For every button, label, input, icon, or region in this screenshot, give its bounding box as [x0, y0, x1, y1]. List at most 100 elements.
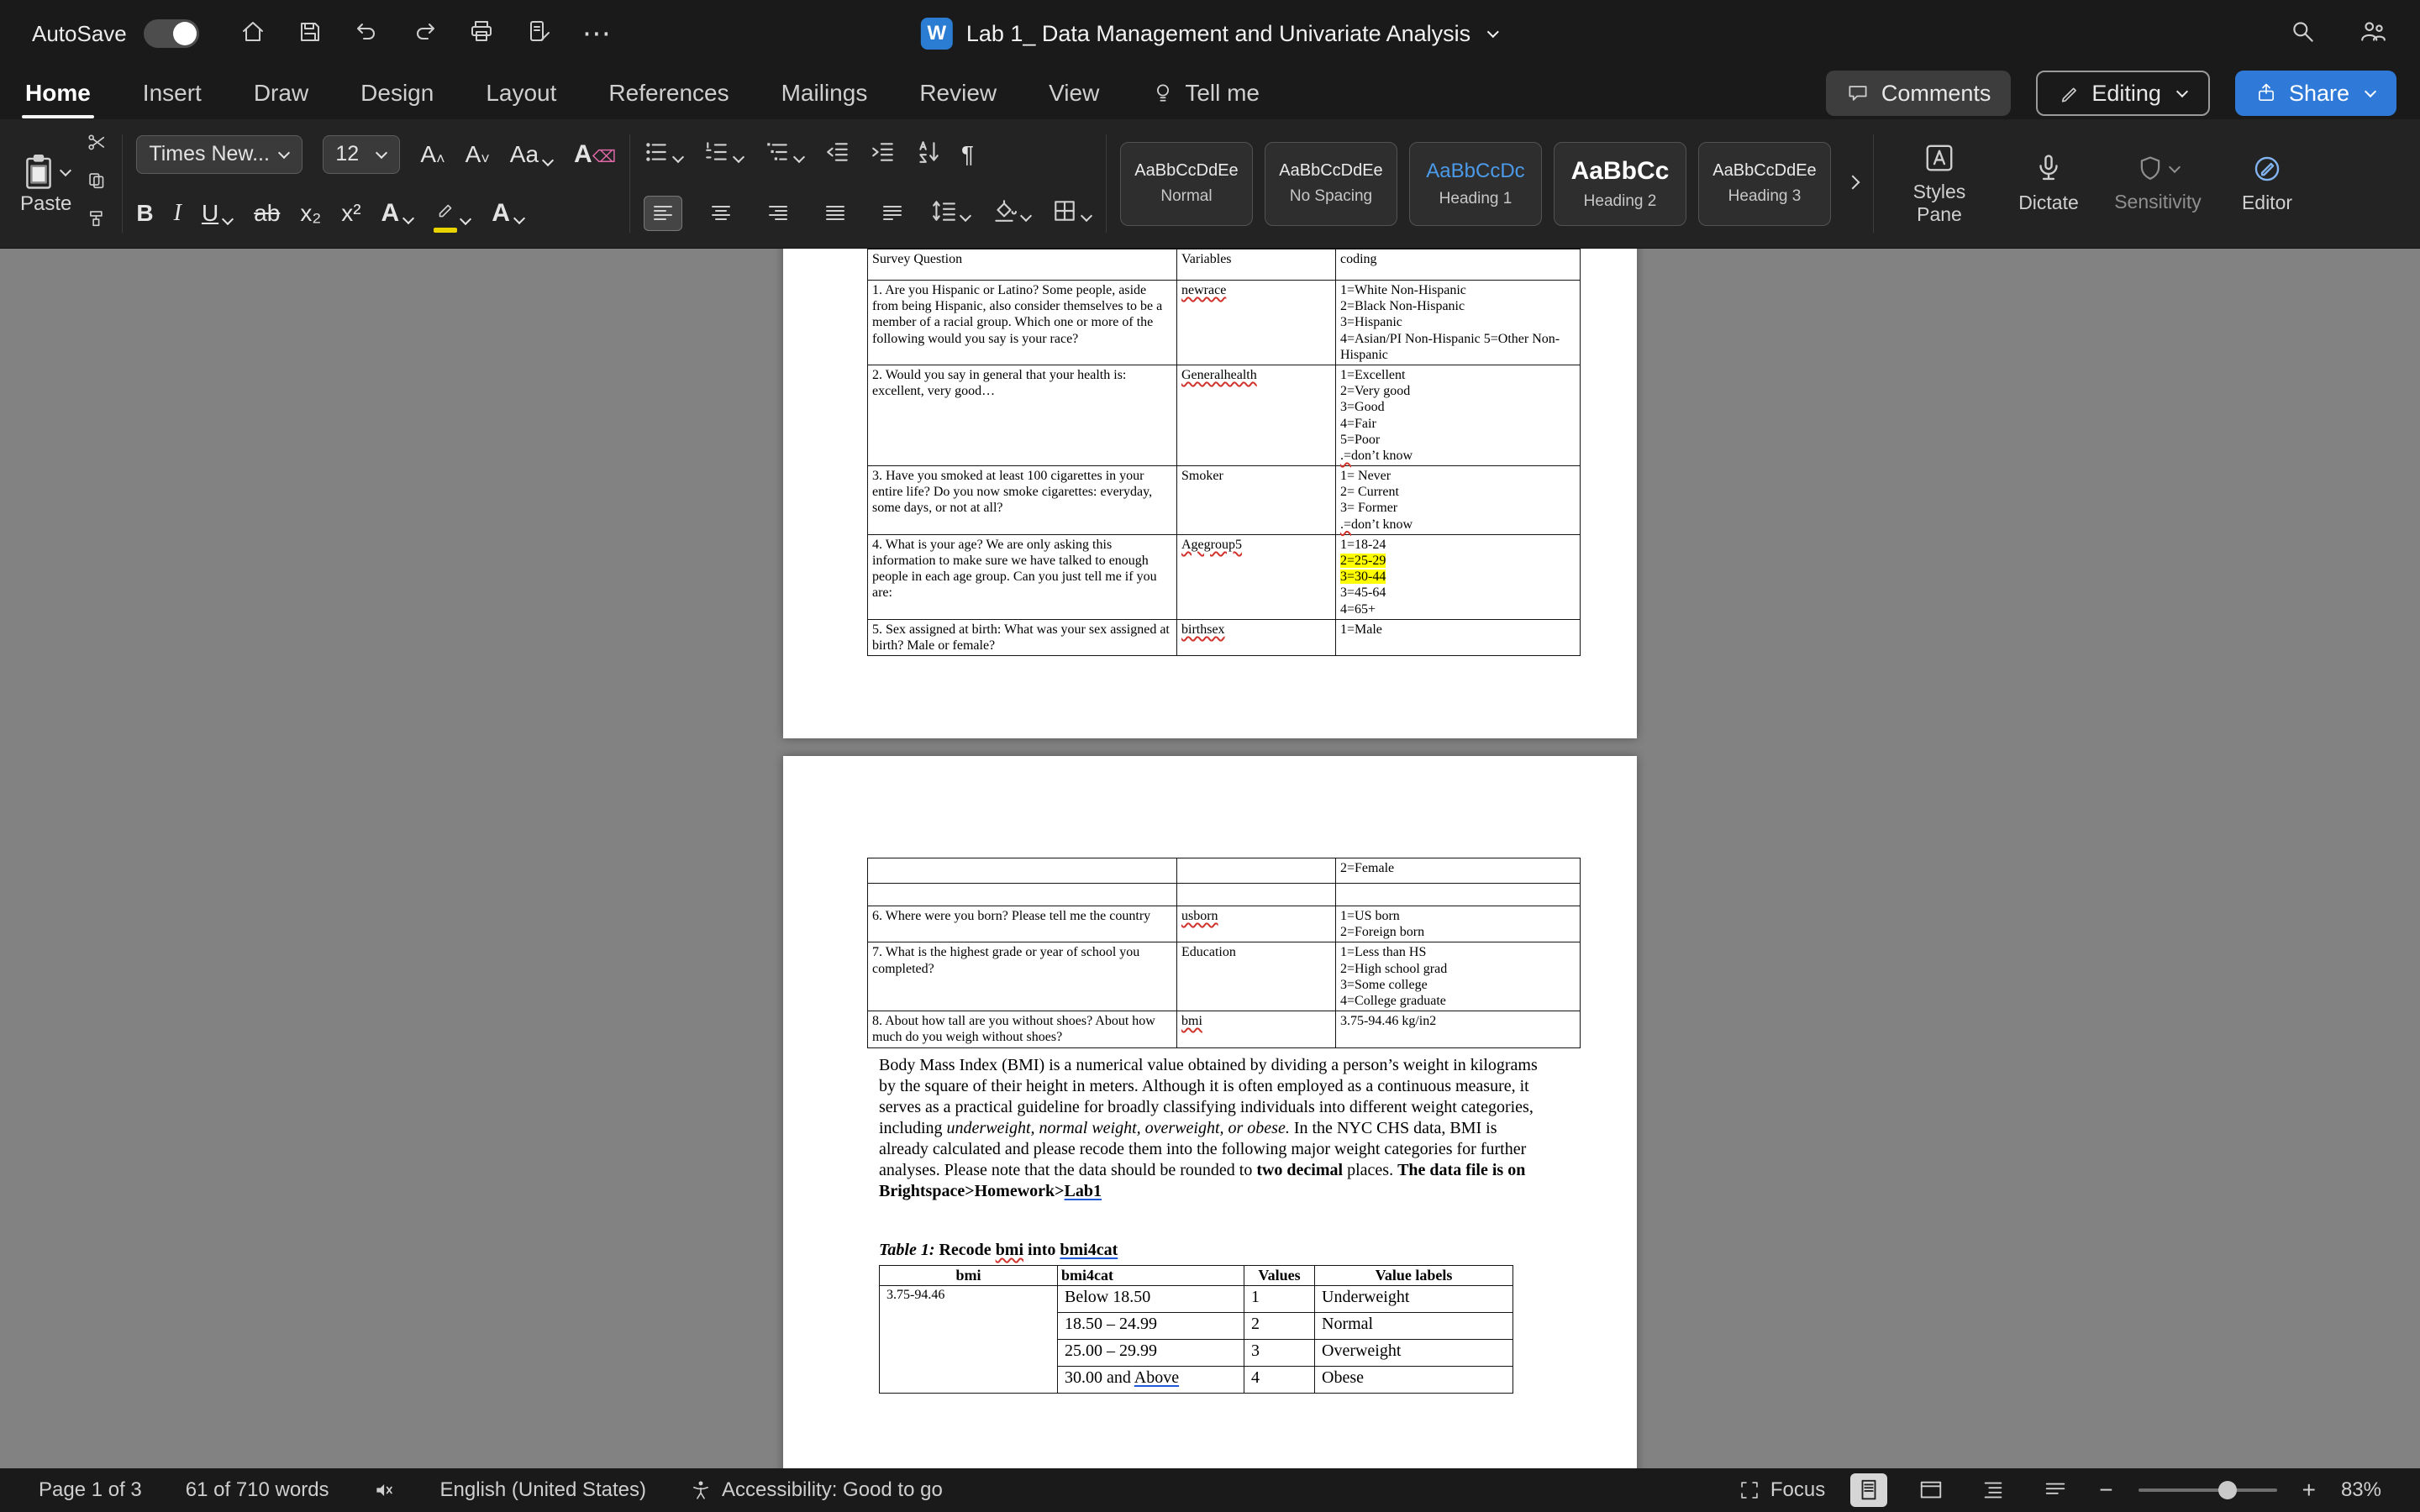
editing-mode-button[interactable]: Editing — [2036, 71, 2210, 116]
clear-formatting-button[interactable]: A ⌫ — [574, 141, 616, 167]
show-paragraph-marks-button[interactable]: ¶ — [961, 141, 974, 168]
microphone-icon — [2039, 155, 2058, 181]
style-no-spacing[interactable]: AaBbCcDdEe No Spacing — [1264, 141, 1397, 226]
search-icon[interactable] — [2289, 18, 2317, 50]
paste-button[interactable]: Paste — [20, 152, 71, 216]
view-print-layout-button[interactable] — [1850, 1473, 1888, 1507]
toolbar-overflow-icon[interactable]: ⋯ — [582, 17, 613, 50]
zoom-level[interactable]: 83% — [2341, 1478, 2381, 1502]
underline-button[interactable]: U — [202, 200, 234, 227]
view-outline-button[interactable] — [1975, 1473, 2012, 1507]
style-normal[interactable]: AaBbCcDdEe Normal — [1119, 141, 1253, 226]
styles-pane-button[interactable]: Styles Pane — [1887, 142, 1991, 225]
recode-table: bmi bmi4cat Values Value labels 3.75-94.… — [879, 1265, 1513, 1394]
tab-layout[interactable]: Layout — [484, 75, 558, 112]
table-row: 2. Would you say in general that your he… — [867, 364, 1581, 467]
sensitivity-button[interactable]: Sensitivity — [2106, 154, 2210, 213]
shield-icon — [2140, 156, 2160, 181]
accessibility-status[interactable]: Accessibility: Good to go — [690, 1478, 943, 1502]
view-web-layout-button[interactable] — [1912, 1473, 1949, 1507]
line-spacing-button[interactable] — [931, 198, 972, 228]
view-draft-button[interactable] — [2037, 1473, 2074, 1507]
multilevel-list-button[interactable] — [765, 139, 806, 169]
undo-icon[interactable] — [354, 18, 381, 50]
redo-icon[interactable] — [411, 18, 438, 50]
share-button[interactable]: Share — [2234, 71, 2396, 116]
grow-font-button[interactable]: A ˄ — [420, 141, 445, 168]
align-left-button[interactable] — [643, 195, 682, 231]
cut-button[interactable] — [87, 133, 108, 159]
font-group: Times New... 12 A ˄ A ˅ Aa A ⌫ B I U ab x₂ … — [136, 124, 616, 243]
shading-button[interactable] — [992, 198, 1033, 228]
styles-gallery-expand-icon[interactable] — [1845, 175, 1860, 189]
read-aloud-muted-icon[interactable] — [373, 1478, 397, 1502]
align-right-button[interactable] — [760, 197, 797, 230]
tab-view[interactable]: View — [1047, 75, 1101, 112]
decrease-indent-button[interactable] — [825, 139, 850, 169]
sort-button[interactable] — [916, 139, 941, 169]
clipboard-group: Paste — [20, 124, 108, 243]
page-indicator[interactable]: Page 1 of 3 — [39, 1478, 142, 1502]
dictate-button[interactable]: Dictate — [1996, 153, 2101, 213]
table-header-row: bmi bmi4cat Values Value labels — [879, 1265, 1513, 1286]
tab-draw[interactable]: Draw — [252, 75, 310, 112]
font-name-select[interactable]: Times New... — [136, 134, 303, 174]
increase-indent-button[interactable] — [871, 139, 896, 169]
shrink-font-button[interactable]: A ˅ — [466, 141, 490, 168]
lightbulb-icon — [1157, 84, 1170, 102]
highlight-color-button[interactable] — [434, 200, 472, 233]
tab-review[interactable]: Review — [918, 75, 998, 112]
font-size-select[interactable]: 12 — [323, 134, 401, 174]
zoom-slider[interactable] — [2138, 1481, 2277, 1499]
italic-button[interactable]: I — [174, 200, 182, 227]
borders-button[interactable] — [1052, 198, 1093, 228]
editor-button[interactable]: Editor — [2215, 153, 2319, 213]
zoom-in-button[interactable]: + — [2302, 1477, 2316, 1504]
change-case-button[interactable]: Aa — [510, 141, 555, 168]
format-painter-button[interactable] — [87, 208, 108, 234]
font-color-button[interactable]: A — [492, 200, 525, 226]
subscript-button[interactable]: x₂ — [300, 200, 321, 227]
save-icon[interactable] — [297, 18, 324, 50]
tab-tell-me[interactable]: Tell me — [1150, 75, 1261, 112]
copy-button[interactable] — [87, 171, 108, 197]
table-row: 6. Where were you born? Please tell me t… — [867, 905, 1581, 943]
text-effects-button[interactable]: A — [381, 200, 415, 226]
align-center-button[interactable] — [702, 197, 739, 230]
justify-button[interactable] — [817, 197, 854, 230]
document-page-2[interactable]: 2=Female 6. Where were you born? Please … — [783, 756, 1637, 1468]
toggle-knob — [172, 22, 197, 45]
tab-home[interactable]: Home — [22, 75, 94, 118]
quick-edit-icon[interactable] — [525, 18, 552, 50]
zoom-out-button[interactable]: − — [2099, 1477, 2112, 1504]
title-chevron-down-icon[interactable] — [1487, 25, 1500, 39]
bullets-button[interactable] — [644, 139, 685, 169]
document-title[interactable]: Lab 1_ Data Management and Univariate An… — [966, 21, 1470, 47]
style-heading-3[interactable]: AaBbCcDdEe Heading 3 — [1697, 141, 1831, 226]
style-heading-2[interactable]: AaBbCc Heading 2 — [1553, 141, 1686, 226]
numbering-button[interactable] — [704, 139, 745, 169]
tab-design[interactable]: Design — [359, 75, 435, 112]
document-canvas: Survey Question Variables coding 1. Are … — [0, 249, 2420, 1468]
bold-button[interactable]: B — [136, 200, 153, 227]
strikethrough-button[interactable]: ab — [254, 200, 280, 227]
bmi-paragraph: Body Mass Index (BMI) is a numerical val… — [879, 1056, 1538, 1200]
print-icon[interactable] — [468, 18, 495, 50]
word-count[interactable]: 61 of 710 words — [186, 1478, 329, 1502]
focus-toggle[interactable]: Focus — [1739, 1478, 1825, 1502]
zoom-slider-thumb[interactable] — [2218, 1481, 2238, 1499]
home-icon[interactable] — [239, 18, 266, 50]
tab-mailings[interactable]: Mailings — [780, 75, 870, 112]
col-variables: Variables — [1176, 249, 1336, 281]
language-indicator[interactable]: English (United States) — [440, 1478, 646, 1502]
table-row: 7. What is the highest grade or year of … — [867, 942, 1581, 1012]
autosave-toggle[interactable] — [143, 19, 199, 48]
document-page-1[interactable]: Survey Question Variables coding 1. Are … — [783, 249, 1637, 738]
presence-share-icon[interactable] — [2358, 18, 2388, 50]
superscript-button[interactable]: x² — [341, 200, 360, 227]
tab-insert[interactable]: Insert — [141, 75, 203, 112]
tab-references[interactable]: References — [607, 75, 730, 112]
style-heading-1[interactable]: AaBbCcDc Heading 1 — [1408, 141, 1542, 226]
comments-button[interactable]: Comments — [1825, 71, 2012, 116]
distribute-text-button[interactable] — [874, 197, 911, 230]
